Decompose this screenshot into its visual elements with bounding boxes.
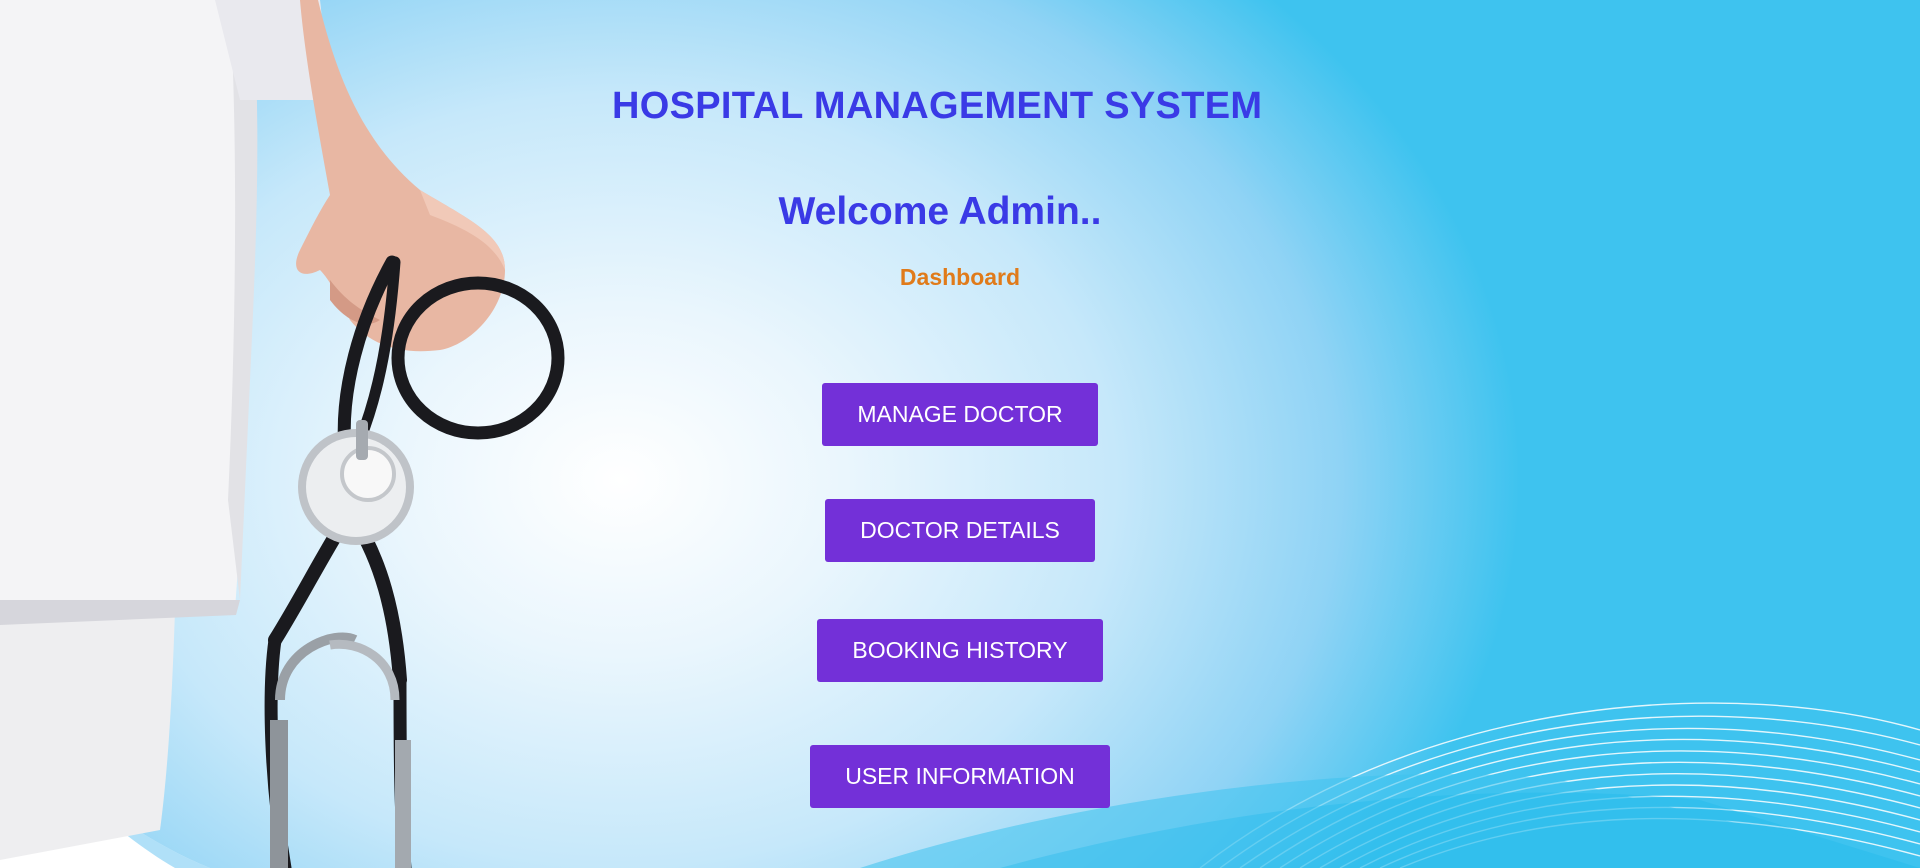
welcome-heading: Welcome Admin.. [778,190,1102,233]
dashboard-page: HOSPITAL MANAGEMENT SYSTEM Welcome Admin… [0,0,1920,868]
dashboard-label: Dashboard [899,264,1021,290]
wave-decoration [1199,702,1920,868]
page-title: HOSPITAL MANAGEMENT SYSTEM [612,85,1263,127]
booking-history-button[interactable]: BOOKING HISTORY [817,619,1103,682]
manage-doctor-button[interactable]: MANAGE DOCTOR [822,383,1098,446]
user-information-button[interactable]: USER INFORMATION [810,745,1110,808]
doctor-details-button[interactable]: DOCTOR DETAILS [825,499,1095,562]
